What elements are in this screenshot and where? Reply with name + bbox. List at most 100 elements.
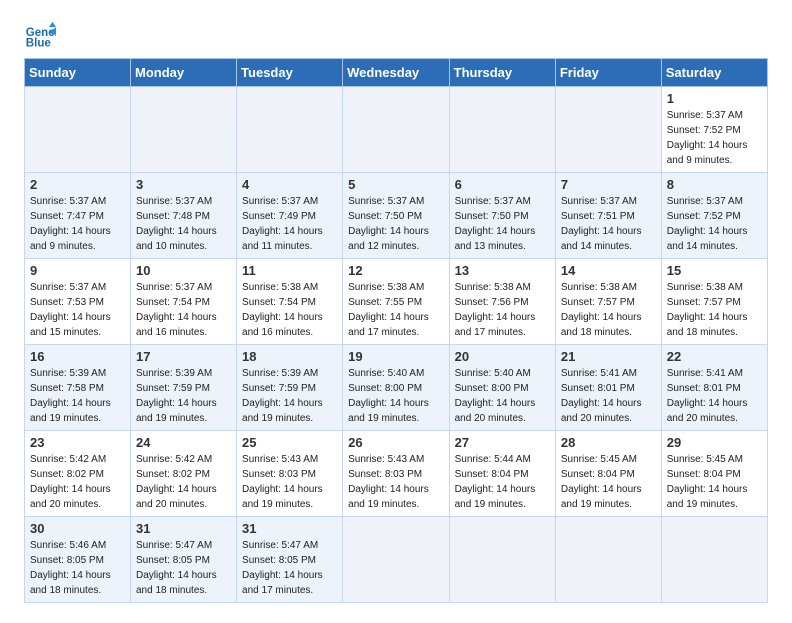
- day-number: 24: [136, 435, 231, 450]
- svg-text:Blue: Blue: [26, 38, 52, 50]
- day-number: 7: [561, 177, 656, 192]
- day-info: Sunrise: 5:38 AMSunset: 7:55 PMDaylight:…: [348, 282, 429, 338]
- day-info: Sunrise: 5:37 AMSunset: 7:48 PMDaylight:…: [136, 196, 217, 252]
- calendar-cell: 21 Sunrise: 5:41 AMSunset: 8:01 PMDaylig…: [555, 345, 661, 431]
- calendar-cell: [25, 87, 131, 173]
- day-number: 21: [561, 349, 656, 364]
- day-info: Sunrise: 5:38 AMSunset: 7:57 PMDaylight:…: [667, 282, 748, 338]
- calendar-cell: 3 Sunrise: 5:37 AMSunset: 7:48 PMDayligh…: [131, 173, 237, 259]
- calendar-cell: 7 Sunrise: 5:37 AMSunset: 7:51 PMDayligh…: [555, 173, 661, 259]
- calendar-cell: 23 Sunrise: 5:42 AMSunset: 8:02 PMDaylig…: [25, 431, 131, 517]
- day-info: Sunrise: 5:42 AMSunset: 8:02 PMDaylight:…: [30, 454, 111, 510]
- calendar-cell: 11 Sunrise: 5:38 AMSunset: 7:54 PMDaylig…: [237, 259, 343, 345]
- calendar-week-1: 1 Sunrise: 5:37 AMSunset: 7:52 PMDayligh…: [25, 87, 768, 173]
- day-info: Sunrise: 5:45 AMSunset: 8:04 PMDaylight:…: [667, 454, 748, 510]
- calendar-cell: 30 Sunrise: 5:46 AMSunset: 8:05 PMDaylig…: [25, 517, 131, 603]
- calendar-cell: [237, 87, 343, 173]
- calendar-week-4: 16 Sunrise: 5:39 AMSunset: 7:58 PMDaylig…: [25, 345, 768, 431]
- day-number: 8: [667, 177, 762, 192]
- day-number: 30: [30, 521, 125, 536]
- day-info: Sunrise: 5:43 AMSunset: 8:03 PMDaylight:…: [242, 454, 323, 510]
- day-number: 23: [30, 435, 125, 450]
- header-cell-sunday: Sunday: [25, 59, 131, 87]
- calendar-cell: [449, 517, 555, 603]
- calendar-week-3: 9 Sunrise: 5:37 AMSunset: 7:53 PMDayligh…: [25, 259, 768, 345]
- calendar-cell: 24 Sunrise: 5:42 AMSunset: 8:02 PMDaylig…: [131, 431, 237, 517]
- calendar-cell: [343, 517, 449, 603]
- day-number: 9: [30, 263, 125, 278]
- day-number: 15: [667, 263, 762, 278]
- calendar-cell: [131, 87, 237, 173]
- calendar-cell: 17 Sunrise: 5:39 AMSunset: 7:59 PMDaylig…: [131, 345, 237, 431]
- day-info: Sunrise: 5:43 AMSunset: 8:03 PMDaylight:…: [348, 454, 429, 510]
- calendar-table: SundayMondayTuesdayWednesdayThursdayFrid…: [24, 58, 768, 603]
- calendar-cell: 25 Sunrise: 5:43 AMSunset: 8:03 PMDaylig…: [237, 431, 343, 517]
- calendar-cell: [343, 87, 449, 173]
- day-number: 3: [136, 177, 231, 192]
- day-info: Sunrise: 5:44 AMSunset: 8:04 PMDaylight:…: [455, 454, 536, 510]
- calendar-cell: [555, 517, 661, 603]
- header-cell-tuesday: Tuesday: [237, 59, 343, 87]
- day-number: 20: [455, 349, 550, 364]
- day-info: Sunrise: 5:41 AMSunset: 8:01 PMDaylight:…: [561, 368, 642, 424]
- day-info: Sunrise: 5:47 AMSunset: 8:05 PMDaylight:…: [242, 540, 323, 596]
- day-number: 28: [561, 435, 656, 450]
- calendar-cell: 8 Sunrise: 5:37 AMSunset: 7:52 PMDayligh…: [661, 173, 767, 259]
- day-info: Sunrise: 5:39 AMSunset: 7:59 PMDaylight:…: [242, 368, 323, 424]
- calendar-cell: 27 Sunrise: 5:44 AMSunset: 8:04 PMDaylig…: [449, 431, 555, 517]
- logo: General Blue: [24, 20, 60, 52]
- calendar-cell: 5 Sunrise: 5:37 AMSunset: 7:50 PMDayligh…: [343, 173, 449, 259]
- calendar-cell: 16 Sunrise: 5:39 AMSunset: 7:58 PMDaylig…: [25, 345, 131, 431]
- day-number: 1: [667, 91, 762, 106]
- calendar-cell: 14 Sunrise: 5:38 AMSunset: 7:57 PMDaylig…: [555, 259, 661, 345]
- day-info: Sunrise: 5:46 AMSunset: 8:05 PMDaylight:…: [30, 540, 111, 596]
- calendar-cell: 18 Sunrise: 5:39 AMSunset: 7:59 PMDaylig…: [237, 345, 343, 431]
- calendar-cell: 19 Sunrise: 5:40 AMSunset: 8:00 PMDaylig…: [343, 345, 449, 431]
- calendar-cell: 22 Sunrise: 5:41 AMSunset: 8:01 PMDaylig…: [661, 345, 767, 431]
- day-info: Sunrise: 5:37 AMSunset: 7:47 PMDaylight:…: [30, 196, 111, 252]
- day-info: Sunrise: 5:42 AMSunset: 8:02 PMDaylight:…: [136, 454, 217, 510]
- header-cell-thursday: Thursday: [449, 59, 555, 87]
- day-number: 18: [242, 349, 337, 364]
- day-info: Sunrise: 5:40 AMSunset: 8:00 PMDaylight:…: [348, 368, 429, 424]
- calendar-cell: 6 Sunrise: 5:37 AMSunset: 7:50 PMDayligh…: [449, 173, 555, 259]
- calendar-cell: 28 Sunrise: 5:45 AMSunset: 8:04 PMDaylig…: [555, 431, 661, 517]
- calendar-cell: 31 Sunrise: 5:47 AMSunset: 8:05 PMDaylig…: [237, 517, 343, 603]
- calendar-week-2: 2 Sunrise: 5:37 AMSunset: 7:47 PMDayligh…: [25, 173, 768, 259]
- day-number: 10: [136, 263, 231, 278]
- day-number: 17: [136, 349, 231, 364]
- day-info: Sunrise: 5:39 AMSunset: 7:59 PMDaylight:…: [136, 368, 217, 424]
- calendar-cell: 4 Sunrise: 5:37 AMSunset: 7:49 PMDayligh…: [237, 173, 343, 259]
- calendar-cell: 10 Sunrise: 5:37 AMSunset: 7:54 PMDaylig…: [131, 259, 237, 345]
- day-info: Sunrise: 5:47 AMSunset: 8:05 PMDaylight:…: [136, 540, 217, 596]
- day-info: Sunrise: 5:37 AMSunset: 7:51 PMDaylight:…: [561, 196, 642, 252]
- calendar-cell: 29 Sunrise: 5:45 AMSunset: 8:04 PMDaylig…: [661, 431, 767, 517]
- day-info: Sunrise: 5:41 AMSunset: 8:01 PMDaylight:…: [667, 368, 748, 424]
- day-number: 4: [242, 177, 337, 192]
- calendar-cell: [661, 517, 767, 603]
- day-info: Sunrise: 5:38 AMSunset: 7:54 PMDaylight:…: [242, 282, 323, 338]
- day-number: 16: [30, 349, 125, 364]
- day-info: Sunrise: 5:45 AMSunset: 8:04 PMDaylight:…: [561, 454, 642, 510]
- header-row: SundayMondayTuesdayWednesdayThursdayFrid…: [25, 59, 768, 87]
- day-info: Sunrise: 5:37 AMSunset: 7:50 PMDaylight:…: [455, 196, 536, 252]
- logo-icon: General Blue: [24, 20, 56, 52]
- day-number: 5: [348, 177, 443, 192]
- calendar-cell: 31 Sunrise: 5:47 AMSunset: 8:05 PMDaylig…: [131, 517, 237, 603]
- day-info: Sunrise: 5:40 AMSunset: 8:00 PMDaylight:…: [455, 368, 536, 424]
- day-number: 25: [242, 435, 337, 450]
- calendar-cell: 2 Sunrise: 5:37 AMSunset: 7:47 PMDayligh…: [25, 173, 131, 259]
- day-info: Sunrise: 5:39 AMSunset: 7:58 PMDaylight:…: [30, 368, 111, 424]
- page-header: General Blue: [24, 20, 768, 52]
- day-info: Sunrise: 5:37 AMSunset: 7:52 PMDaylight:…: [667, 110, 748, 166]
- day-number: 31: [136, 521, 231, 536]
- day-number: 2: [30, 177, 125, 192]
- calendar-cell: 20 Sunrise: 5:40 AMSunset: 8:00 PMDaylig…: [449, 345, 555, 431]
- day-number: 14: [561, 263, 656, 278]
- calendar-week-6: 30 Sunrise: 5:46 AMSunset: 8:05 PMDaylig…: [25, 517, 768, 603]
- day-number: 19: [348, 349, 443, 364]
- header-cell-friday: Friday: [555, 59, 661, 87]
- calendar-cell: 1 Sunrise: 5:37 AMSunset: 7:52 PMDayligh…: [661, 87, 767, 173]
- day-info: Sunrise: 5:37 AMSunset: 7:53 PMDaylight:…: [30, 282, 111, 338]
- calendar-cell: 13 Sunrise: 5:38 AMSunset: 7:56 PMDaylig…: [449, 259, 555, 345]
